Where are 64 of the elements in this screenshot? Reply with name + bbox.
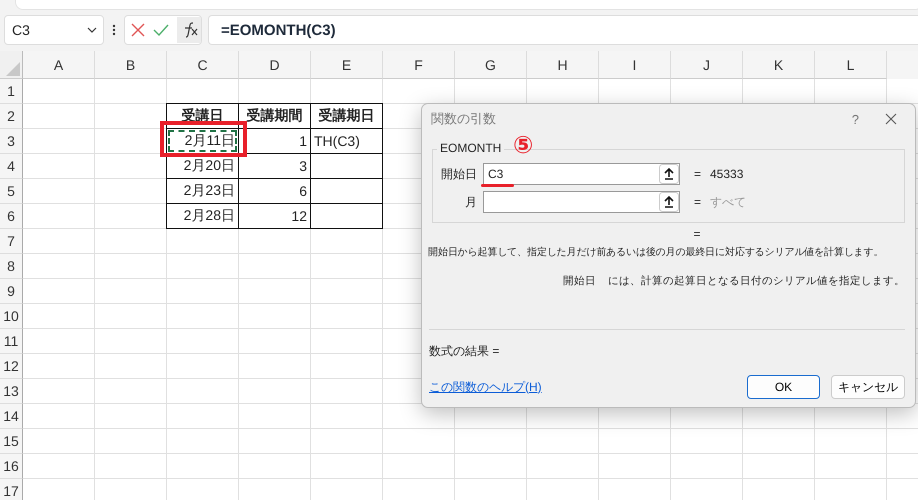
ok-button[interactable]: OK <box>747 375 820 399</box>
close-icon[interactable] <box>885 113 897 125</box>
more-options-icon[interactable] <box>112 24 116 36</box>
equals-sign: = <box>694 167 702 181</box>
argument-label: 月 <box>464 194 477 210</box>
row-header[interactable]: 15 <box>0 429 23 454</box>
row-header[interactable]: 9 <box>0 279 23 304</box>
help-link[interactable]: この関数のヘルプ(H) <box>429 378 542 396</box>
table-cell[interactable]: 2月11日 <box>166 128 239 154</box>
column-header[interactable]: D <box>239 51 311 79</box>
column-header[interactable]: L <box>815 51 887 79</box>
row-header[interactable]: 13 <box>0 379 23 404</box>
function-name: EOMONTH <box>437 141 504 155</box>
row-header[interactable]: 8 <box>0 254 23 279</box>
argument-result: すべて <box>710 194 746 210</box>
row-header[interactable]: 14 <box>0 404 23 429</box>
cancel-button[interactable]: キャンセル <box>831 375 905 399</box>
chevron-down-icon <box>87 27 97 33</box>
row-header[interactable]: 2 <box>0 104 23 129</box>
equals-sign: = <box>692 227 702 243</box>
insert-function-icon[interactable] <box>177 17 201 43</box>
function-description: 開始日から起算して、指定した月だけ前あるいは後の月の最終日に対応するシリアル値を計算します。 <box>428 246 884 260</box>
argument-result: 45333 <box>710 167 744 181</box>
column-header[interactable]: G <box>455 51 527 79</box>
column-header[interactable]: B <box>95 51 167 79</box>
step-number: ⑤ <box>513 134 534 158</box>
row-header[interactable]: 4 <box>0 154 23 179</box>
column-header[interactable]: K <box>743 51 815 79</box>
column-header[interactable]: I <box>599 51 671 79</box>
formula-field[interactable]: =EOMONTH(C3) <box>208 15 918 45</box>
equals-sign: = <box>694 195 702 209</box>
check-icon[interactable] <box>153 24 169 36</box>
column-header[interactable]: F <box>383 51 455 79</box>
name-box[interactable]: C3 <box>4 15 104 45</box>
column-header[interactable]: J <box>671 51 743 79</box>
row-header[interactable]: 17 <box>0 479 23 500</box>
collapse-dialog-icon[interactable] <box>659 192 679 212</box>
row-header[interactable]: 6 <box>0 204 23 229</box>
table-header-cell: 受講期日 <box>310 103 383 129</box>
argument-name: 開始日 <box>563 274 596 288</box>
argument-label: 開始日 <box>440 166 477 182</box>
column-header[interactable]: E <box>311 51 383 79</box>
row-header[interactable]: 3 <box>0 129 23 154</box>
argument-description: には、計算の起算日となる日付のシリアル値を指定します。 <box>608 274 905 288</box>
row-header[interactable]: 11 <box>0 329 23 354</box>
table-cell[interactable]: 2月28日 <box>166 203 239 229</box>
argument-field[interactable] <box>483 191 680 213</box>
row-header[interactable]: 10 <box>0 304 23 329</box>
help-button[interactable]: ? <box>852 112 859 126</box>
row-header[interactable]: 16 <box>0 454 23 479</box>
row-header[interactable]: 5 <box>0 179 23 204</box>
column-header[interactable]: C <box>167 51 239 79</box>
collapse-dialog-icon[interactable] <box>659 164 679 184</box>
underline-mark <box>481 184 514 187</box>
table-cell[interactable] <box>310 203 383 229</box>
column-header[interactable]: H <box>527 51 599 79</box>
argument-field[interactable]: C3 <box>483 163 680 185</box>
dialog-title: 関数の引数 <box>430 110 497 128</box>
cancel-icon[interactable] <box>131 23 145 37</box>
row-header[interactable]: 7 <box>0 229 23 254</box>
row-header[interactable]: 12 <box>0 354 23 379</box>
row-header[interactable]: 1 <box>0 79 23 104</box>
formula-result: 数式の結果 = <box>429 343 500 360</box>
column-header[interactable]: A <box>23 51 95 79</box>
